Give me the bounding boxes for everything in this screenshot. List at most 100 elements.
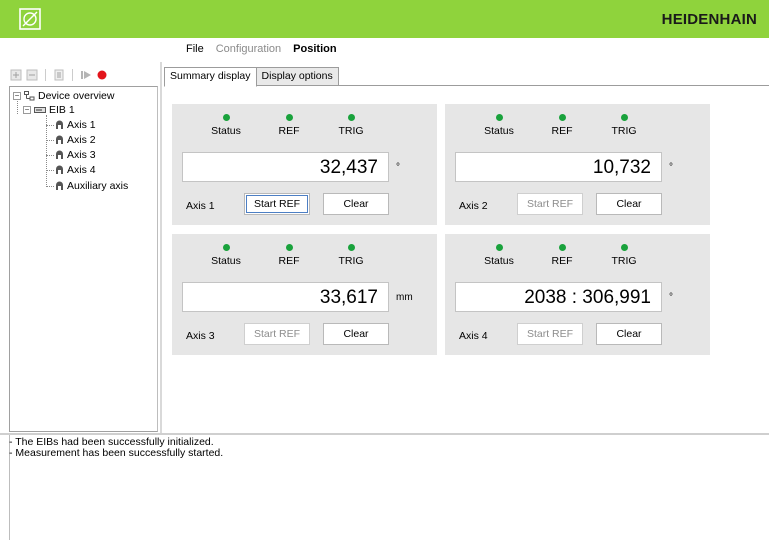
log-message: - Measurement has been successfully star… — [9, 447, 224, 459]
clear-button[interactable]: Clear — [323, 323, 389, 345]
menu-bar: File Configuration Position — [186, 43, 337, 59]
tree-toolbar — [10, 67, 108, 83]
start-ref-button[interactable]: Start REF — [244, 193, 310, 215]
clear-button[interactable]: Clear — [323, 193, 389, 215]
axis-icon — [56, 150, 63, 159]
add-icon[interactable] — [10, 69, 22, 81]
indicator-label: TRIG — [338, 125, 364, 137]
trig-indicator: TRIG — [331, 244, 371, 267]
tree-node-device-overview[interactable]: − Device overview — [13, 90, 114, 102]
tree-node-auxiliary-axis[interactable]: Auxiliary axis — [55, 180, 128, 192]
collapse-toggle[interactable]: − — [13, 92, 21, 100]
tree-connector — [46, 186, 54, 187]
axis-card-1: Status REF TRIG 32,437 ° Axis 1 Start RE… — [172, 104, 437, 225]
toolbar-separator — [45, 69, 46, 81]
trig-indicator: TRIG — [604, 114, 644, 137]
axis-icon — [56, 165, 63, 174]
trig-led-icon — [347, 244, 355, 251]
trig-led-icon — [620, 244, 628, 251]
status-indicator: Status — [206, 114, 246, 137]
menu-configuration[interactable]: Configuration — [216, 43, 281, 59]
record-icon[interactable] — [96, 69, 108, 81]
indicator-label: TRIG — [338, 255, 364, 267]
indicator-label: REF — [551, 125, 573, 137]
tab-display-options[interactable]: Display options — [255, 67, 339, 86]
ref-indicator: REF — [269, 114, 309, 137]
axis-card-2: Status REF TRIG 10,732 ° Axis 2 Start RE… — [445, 104, 710, 225]
ref-led-icon — [285, 244, 293, 251]
menu-position[interactable]: Position — [293, 43, 336, 59]
status-indicator: Status — [206, 244, 246, 267]
app-logo-icon — [19, 8, 41, 30]
play-icon[interactable] — [80, 69, 92, 81]
axis-card-3: Status REF TRIG 33,617 mm Axis 3 Start R… — [172, 234, 437, 355]
panel-splitter[interactable] — [160, 62, 162, 434]
device-icon — [34, 107, 46, 113]
indicator-label: Status — [484, 125, 514, 137]
tree-connector — [46, 125, 54, 126]
axis-icon — [56, 120, 63, 129]
device-tree: − Device overview − EIB 1 Axis 1 Axis 2 … — [9, 86, 158, 432]
indicator-label: TRIG — [611, 125, 637, 137]
tree-label: Axis 1 — [67, 119, 96, 131]
collapse-toggle[interactable]: − — [23, 106, 31, 114]
tab-bar: Summary display Display options — [164, 67, 339, 87]
remove-icon[interactable] — [26, 69, 38, 81]
title-bar: HEIDENHAIN — [0, 0, 769, 38]
indicator-label: REF — [551, 255, 573, 267]
tree-connector — [46, 170, 54, 171]
status-indicator: Status — [479, 114, 519, 137]
message-log: - The EIBs had been successfully initial… — [9, 437, 769, 540]
status-led-icon — [222, 244, 230, 251]
indicator-label: Status — [211, 255, 241, 267]
tree-node-eib-1[interactable]: − EIB 1 — [23, 104, 75, 116]
tree-node-axis-2[interactable]: Axis 2 — [55, 134, 96, 146]
unit-label: ° — [669, 292, 673, 303]
ref-led-icon — [285, 114, 293, 121]
tree-label: Axis 2 — [67, 134, 96, 146]
trig-led-icon — [347, 114, 355, 121]
tree-root-icon — [24, 91, 35, 101]
toolbar-separator — [72, 69, 73, 81]
indicator-label: REF — [278, 125, 300, 137]
start-ref-button[interactable]: Start REF — [244, 323, 310, 345]
status-indicator: Status — [479, 244, 519, 267]
tree-node-axis-3[interactable]: Axis 3 — [55, 149, 96, 161]
application-window: HEIDENHAIN File Configuration Position − — [0, 0, 769, 540]
menu-file[interactable]: File — [186, 43, 204, 59]
log-splitter[interactable] — [0, 433, 769, 435]
tree-label: Auxiliary axis — [67, 180, 129, 192]
properties-icon[interactable] — [53, 69, 65, 81]
start-ref-button[interactable]: Start REF — [517, 323, 583, 345]
indicator-label: REF — [278, 255, 300, 267]
tree-label: EIB 1 — [49, 104, 75, 116]
indicator-label: Status — [211, 125, 241, 137]
clear-button[interactable]: Clear — [596, 193, 662, 215]
axis-name: Axis 2 — [459, 200, 488, 212]
position-value: 2038 : 306,991 — [455, 282, 662, 312]
tree-label: Device overview — [38, 90, 115, 102]
tree-node-axis-1[interactable]: Axis 1 — [55, 119, 96, 131]
unit-label: mm — [396, 292, 413, 303]
brand-logo: HEIDENHAIN — [661, 11, 757, 28]
status-led-icon — [222, 114, 230, 121]
unit-label: ° — [396, 162, 400, 173]
clear-button[interactable]: Clear — [596, 323, 662, 345]
tab-summary-display[interactable]: Summary display — [164, 67, 257, 87]
ref-led-icon — [558, 114, 566, 121]
ref-indicator: REF — [269, 244, 309, 267]
tree-connector — [17, 101, 18, 114]
start-ref-button[interactable]: Start REF — [517, 193, 583, 215]
axis-name: Axis 1 — [186, 200, 215, 212]
indicator-label: TRIG — [611, 255, 637, 267]
ref-led-icon — [558, 244, 566, 251]
tree-label: Axis 3 — [67, 149, 96, 161]
axis-name: Axis 4 — [459, 330, 488, 342]
ref-indicator: REF — [542, 244, 582, 267]
position-value: 10,732 — [455, 152, 662, 182]
trig-indicator: TRIG — [604, 244, 644, 267]
tree-node-axis-4[interactable]: Axis 4 — [55, 164, 96, 176]
trig-led-icon — [620, 114, 628, 121]
ref-indicator: REF — [542, 114, 582, 137]
tree-label: Axis 4 — [67, 164, 96, 176]
